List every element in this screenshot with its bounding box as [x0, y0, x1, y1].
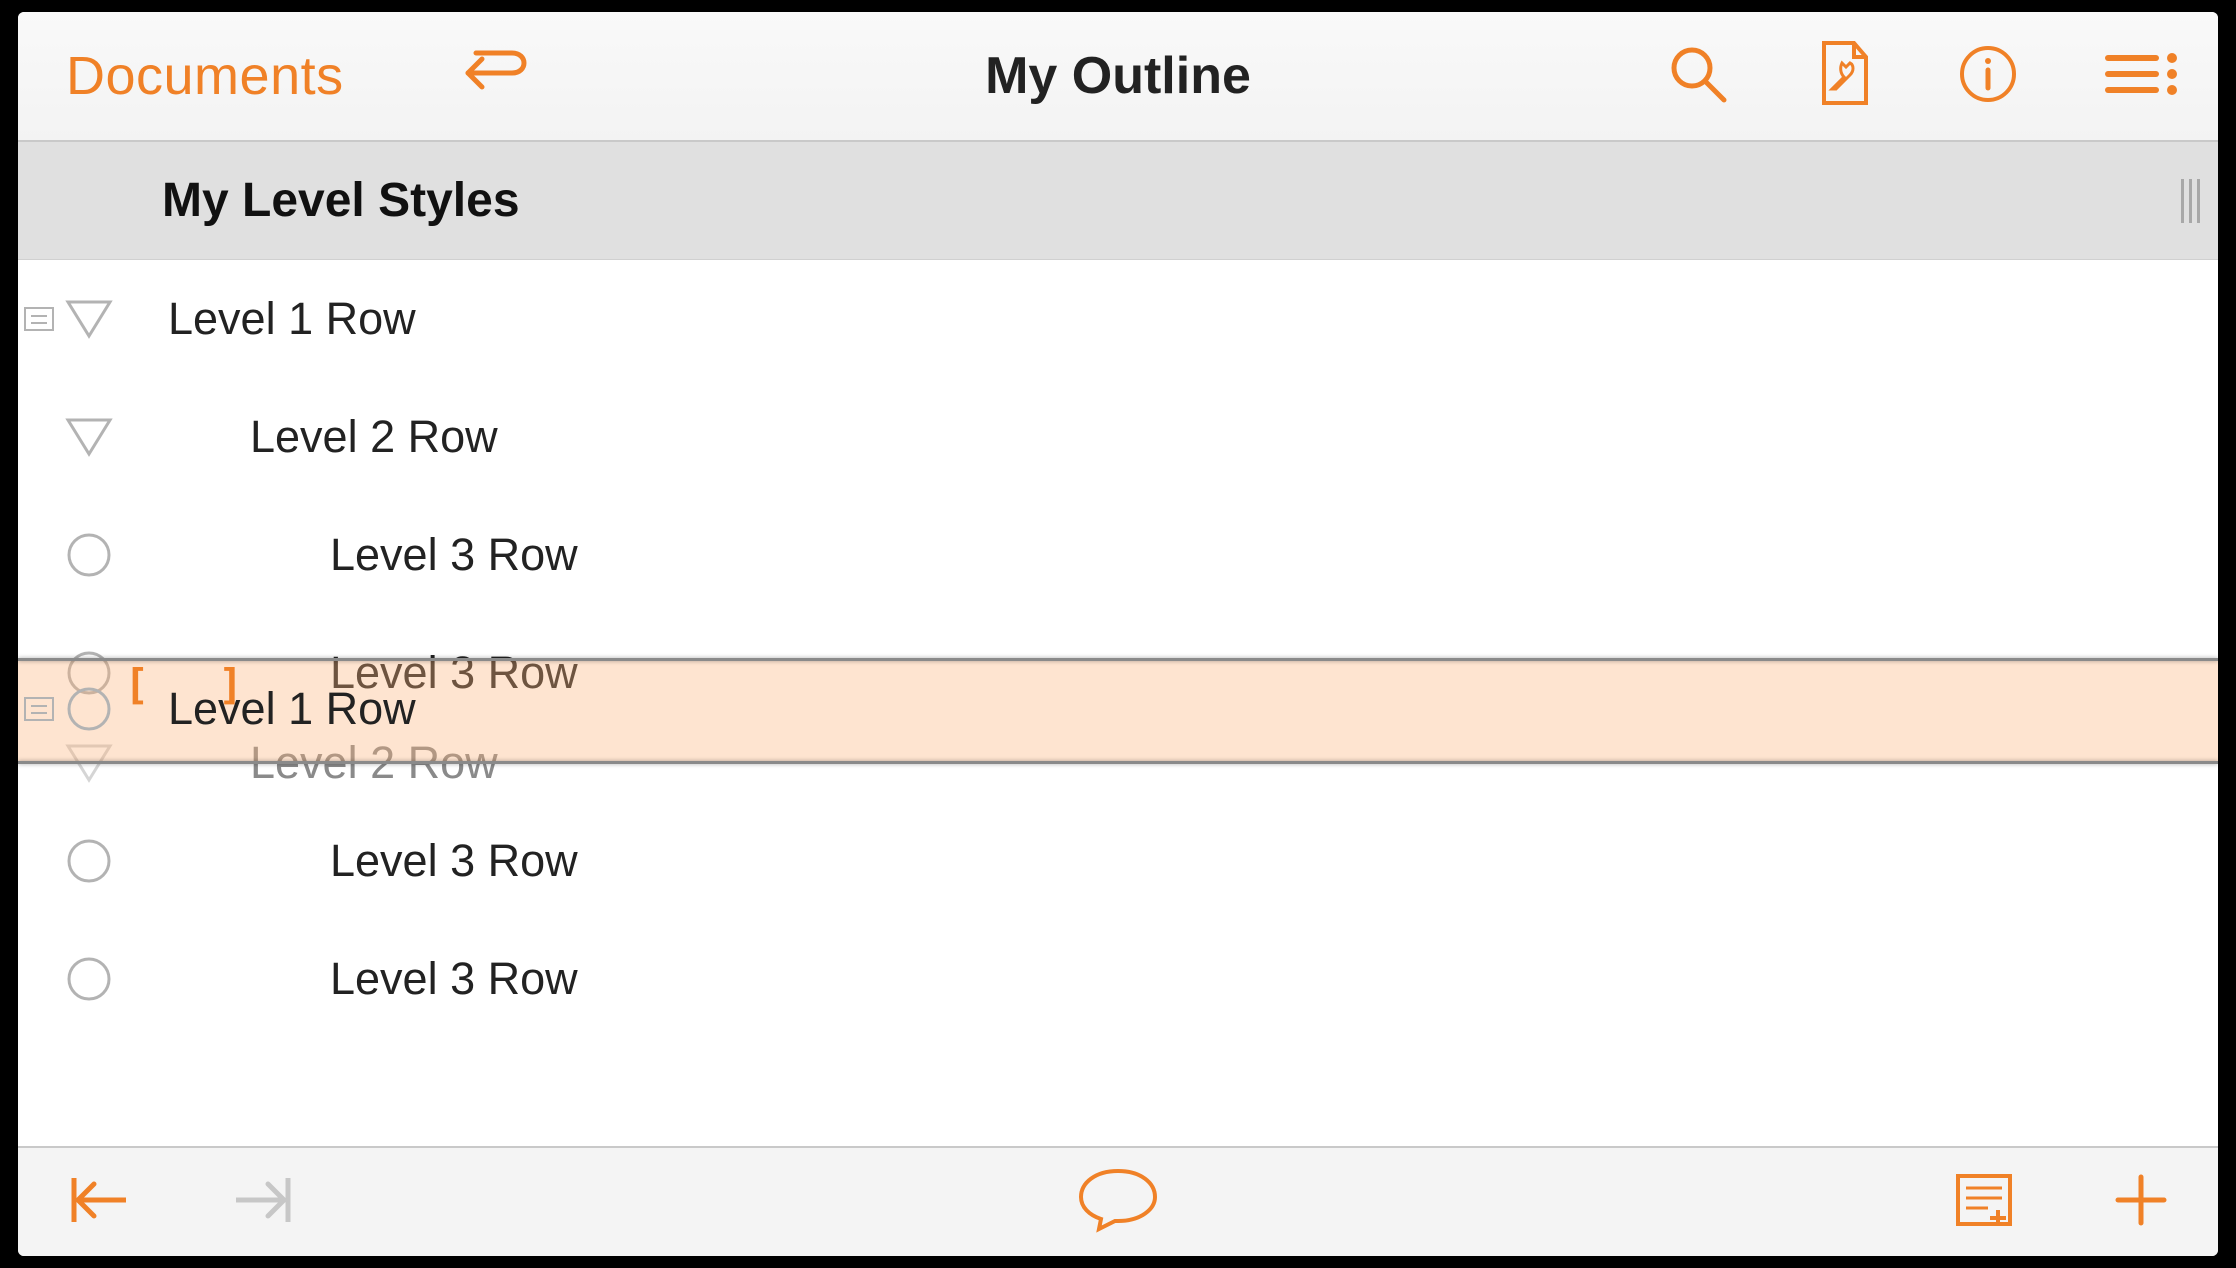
- outline-row-level3[interactable]: Level 3 Row: [18, 802, 2218, 920]
- dragging-row[interactable]: Level 1 Row: [18, 674, 2218, 744]
- undo-icon: [454, 45, 540, 108]
- toolbar-top: Documents My Outline: [18, 12, 2218, 142]
- search-button[interactable]: [1666, 42, 1730, 111]
- row-bullet-icon[interactable]: [62, 834, 116, 888]
- disclosure-triangle-icon[interactable]: [62, 410, 116, 464]
- info-icon: [1958, 44, 2018, 109]
- undo-button[interactable]: [454, 45, 540, 108]
- row-text: Level 3 Row: [330, 529, 578, 581]
- add-button[interactable]: [2112, 1171, 2170, 1234]
- toolbar-bottom: [18, 1146, 2218, 1256]
- add-note-button[interactable]: [1075, 1165, 1161, 1240]
- row-bullet-icon: [62, 682, 116, 736]
- outline-row-level2[interactable]: Level 2 Row: [18, 378, 2218, 496]
- outline-area: Level 1 Row Level 2 Row Level 3 Row: [18, 260, 2218, 1146]
- section-title: My Level Styles: [162, 173, 520, 228]
- wrench-doc-icon: [1816, 39, 1872, 114]
- plus-icon: [2112, 1171, 2170, 1234]
- drop-target-border: [18, 658, 2218, 661]
- outdent-icon: [66, 1172, 132, 1233]
- info-button[interactable]: [1958, 44, 2018, 109]
- outline-row-level1[interactable]: Level 1 Row: [18, 260, 2218, 378]
- outline-row-level3[interactable]: Level 3 Row: [18, 496, 2218, 614]
- row-text: Level 3 Row: [330, 953, 578, 1005]
- search-icon: [1666, 42, 1730, 111]
- row-bullet-icon[interactable]: [62, 528, 116, 582]
- styles-button[interactable]: [1816, 39, 1872, 114]
- insertion-bracket-icon: ]: [218, 660, 243, 709]
- note-indicator-icon[interactable]: [24, 307, 54, 331]
- column-grip-icon[interactable]: [2181, 179, 2200, 223]
- speech-bubble-icon: [1075, 1165, 1161, 1240]
- note-indicator-icon: [24, 697, 54, 721]
- indent-icon: [230, 1172, 296, 1233]
- indent-button[interactable]: [230, 1172, 296, 1233]
- section-header: My Level Styles: [18, 142, 2218, 260]
- row-text: Level 1 Row: [168, 293, 416, 345]
- disclosure-triangle-icon[interactable]: [62, 292, 116, 346]
- list-options-icon: [2104, 48, 2182, 105]
- view-options-button[interactable]: [2104, 48, 2182, 105]
- insertion-bracket-icon: [: [124, 660, 149, 709]
- documents-button[interactable]: Documents: [66, 45, 344, 107]
- new-row-icon: [1952, 1170, 2016, 1235]
- outdent-button[interactable]: [66, 1172, 132, 1233]
- row-text: Level 3 Row: [330, 835, 578, 887]
- row-text: Level 2 Row: [250, 411, 498, 463]
- drop-target-border: [18, 761, 2218, 764]
- row-text: Level 1 Row: [168, 683, 416, 735]
- outline-row-level3[interactable]: Level 3 Row: [18, 920, 2218, 1038]
- new-row-button[interactable]: [1952, 1170, 2016, 1235]
- row-bullet-icon[interactable]: [62, 952, 116, 1006]
